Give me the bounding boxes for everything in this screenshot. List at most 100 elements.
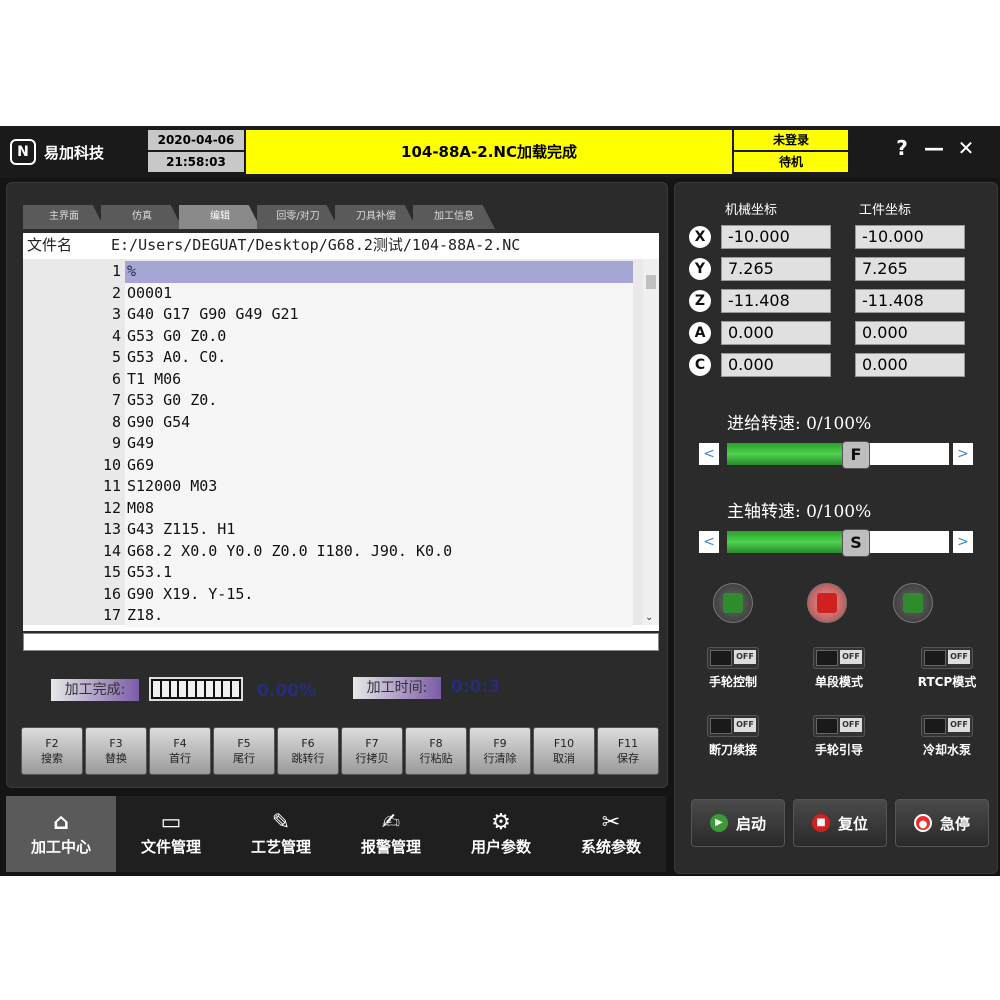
fkey-f2-button[interactable]: F2 搜索 <box>21 727 83 775</box>
nav-item-5[interactable]: ✂ 系统参数 <box>556 796 666 872</box>
fkey-f3-button[interactable]: F3 替换 <box>85 727 147 775</box>
toggle-switch[interactable]: OFF <box>707 715 759 737</box>
spindle-track[interactable]: S <box>727 529 949 557</box>
spindle-increase-button[interactable]: > <box>953 531 973 553</box>
line-code: G53 G0 Z0.0 <box>125 325 633 347</box>
mdi-input[interactable] <box>23 633 659 651</box>
code-line[interactable]: 3 G40 G17 G90 G49 G21 <box>23 304 643 326</box>
code-line[interactable]: 5 G53 A0. C0. <box>23 347 643 369</box>
fkey-f5-button[interactable]: F5 尾行 <box>213 727 275 775</box>
toggle-switch[interactable]: OFF <box>921 647 973 669</box>
code-line[interactable]: 10 G69 <box>23 454 643 476</box>
nav-item-3[interactable]: ✍ 报警管理 <box>336 796 446 872</box>
line-code: G53 G0 Z0. <box>125 390 633 412</box>
feed-track[interactable]: F <box>727 441 949 469</box>
line-number: 12 <box>102 498 121 517</box>
fkey-f7-button[interactable]: F7 行拷贝 <box>341 727 403 775</box>
line-code: M08 <box>125 497 633 519</box>
fkey-f6-button[interactable]: F6 跳转行 <box>277 727 339 775</box>
close-button[interactable]: ✕ <box>954 136 978 160</box>
line-number: 3 <box>111 305 121 323</box>
tab-2[interactable]: 编辑 <box>179 205 261 229</box>
nav-label: 加工中心 <box>30 838 91 856</box>
line-code: G40 G17 G90 G49 G21 <box>125 304 633 326</box>
nav-item-1[interactable]: ▭ 文件管理 <box>116 796 226 872</box>
toggle-state: OFF <box>948 650 970 664</box>
progress-segment <box>223 681 231 697</box>
estop-button[interactable]: ● 急停 <box>895 799 989 847</box>
toggle-switch[interactable]: OFF <box>813 647 865 669</box>
code-line[interactable]: 1% <box>23 261 643 283</box>
reset-button[interactable]: ■ 复位 <box>793 799 887 847</box>
time-label: 加工时间: <box>353 677 441 699</box>
scroll-down-icon[interactable]: ⌄ <box>645 612 653 623</box>
help-button[interactable]: ? <box>890 136 914 160</box>
spindle-override-slider[interactable]: < S > <box>699 529 975 557</box>
coolant-center-icon[interactable] <box>807 583 847 623</box>
code-area[interactable]: 1% 2 O0001 3 G40 G17 G90 G49 G21 4 G53 G0 Z0.0… <box>23 259 659 627</box>
code-line[interactable]: 17 Z18. <box>23 605 643 627</box>
fkey-f9-button[interactable]: F9 行清除 <box>469 727 531 775</box>
toggle-switch[interactable]: OFF <box>921 715 973 737</box>
line-code: O0001 <box>125 282 633 304</box>
code-line[interactable]: 14 G68.2 X0.0 Y0.0 Z0.0 I180. J90. K0.0 <box>23 540 643 562</box>
coolant-left-icon[interactable] <box>713 583 753 623</box>
nav-item-4[interactable]: ⚙ 用户参数 <box>446 796 556 872</box>
code-line[interactable]: 2 O0001 <box>23 282 643 304</box>
progress-segment <box>214 681 222 697</box>
code-line[interactable]: 9 G49 <box>23 433 643 455</box>
toggle-state: OFF <box>734 650 756 664</box>
feed-decrease-button[interactable]: < <box>699 443 719 465</box>
start-button[interactable]: ▶ 启动 <box>691 799 785 847</box>
work-coord-value: -10.000 <box>855 225 965 249</box>
feed-increase-button[interactable]: > <box>953 443 973 465</box>
fkey-f11-button[interactable]: F11 保存 <box>597 727 659 775</box>
fkey-f4-button[interactable]: F4 首行 <box>149 727 211 775</box>
nav-item-0[interactable]: ⌂ 加工中心 <box>6 796 116 872</box>
code-line[interactable]: 4 G53 G0 Z0.0 <box>23 325 643 347</box>
scrollbar-thumb[interactable] <box>646 275 656 289</box>
line-code: S12000 M03 <box>125 476 633 498</box>
reset-label: 复位 <box>837 814 868 833</box>
coolant-right-icon[interactable] <box>893 583 933 623</box>
code-line[interactable]: 15 G53.1 <box>23 562 643 584</box>
spindle-knob[interactable]: S <box>842 529 870 557</box>
tab-0[interactable]: 主界面 <box>23 205 105 229</box>
editor-scrollbar[interactable]: ⌄ <box>643 259 659 625</box>
tab-4[interactable]: 刀具补偿 <box>335 205 417 229</box>
fkey-f8-button[interactable]: F8 行粘贴 <box>405 727 467 775</box>
machine-coord-value: -10.000 <box>721 225 831 249</box>
fkey-code: F9 <box>493 737 507 750</box>
toggle-switch[interactable]: OFF <box>813 715 865 737</box>
progress-segment <box>196 681 204 697</box>
tab-3[interactable]: 回零/对刀 <box>257 205 339 229</box>
line-code: G90 G54 <box>125 411 633 433</box>
fkey-f10-button[interactable]: F10 取消 <box>533 727 595 775</box>
code-line[interactable]: 12 M08 <box>23 497 643 519</box>
tab-5[interactable]: 加工信息 <box>413 205 495 229</box>
cnc-app-window: N 易加科技 2020-04-06 21:58:03 104-88A-2.NC加… <box>0 126 1000 876</box>
minimize-button[interactable]: — <box>922 136 946 160</box>
tab-1[interactable]: 仿真 <box>101 205 183 229</box>
line-number: 5 <box>111 348 121 366</box>
code-line[interactable]: 7 G53 G0 Z0. <box>23 390 643 412</box>
spindle-fill <box>727 531 856 553</box>
login-status[interactable]: 未登录 <box>734 130 848 150</box>
code-line[interactable]: 13 G43 Z115. H1 <box>23 519 643 541</box>
code-line[interactable]: 11 S12000 M03 <box>23 476 643 498</box>
line-code: G53.1 <box>125 562 633 584</box>
line-code: G53 A0. C0. <box>125 347 633 369</box>
feed-override-slider[interactable]: < F > <box>699 441 975 469</box>
spindle-decrease-button[interactable]: < <box>699 531 719 553</box>
toggle-switch[interactable]: OFF <box>707 647 759 669</box>
code-line[interactable]: 16 G90 X19. Y-15. <box>23 583 643 605</box>
nav-item-2[interactable]: ✎ 工艺管理 <box>226 796 336 872</box>
code-editor[interactable]: 文件名 E:/Users/DEGUAT/Desktop/G68.2测试/104-8… <box>23 233 659 631</box>
code-line[interactable]: 8 G90 G54 <box>23 411 643 433</box>
feed-knob[interactable]: F <box>842 441 870 469</box>
axis-row: X -10.000 -10.000 <box>689 225 989 251</box>
code-line[interactable]: 6 T1 M06 <box>23 368 643 390</box>
fkey-label: 行粘贴 <box>419 752 453 765</box>
brand-name: 易加科技 <box>44 143 105 162</box>
line-code: Z18. <box>125 605 633 627</box>
